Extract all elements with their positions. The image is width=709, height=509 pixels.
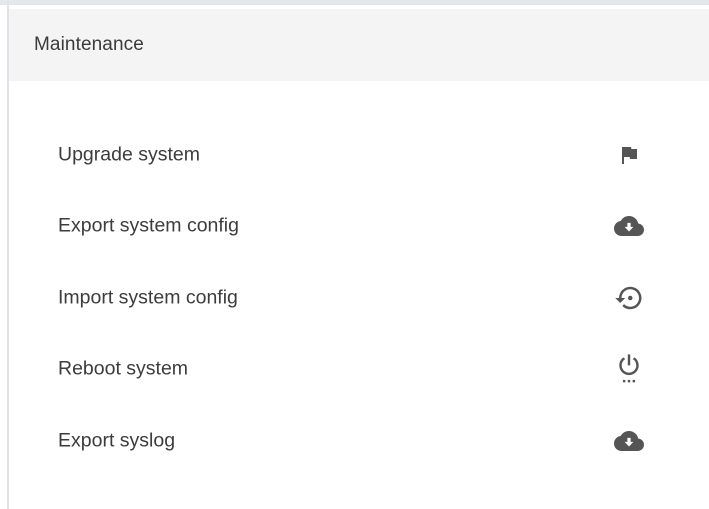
- menu-item-label: Upgrade system: [58, 143, 200, 166]
- flag-icon: [609, 139, 649, 171]
- menu-item-label: Import system config: [58, 286, 238, 309]
- menu-item-export-system-config[interactable]: Export system config: [9, 191, 709, 263]
- power-settings-icon: [609, 353, 649, 385]
- menu-item-reboot-system[interactable]: Reboot system: [9, 334, 709, 406]
- menu-item-label: Export syslog: [58, 429, 176, 452]
- menu-item-upgrade-system[interactable]: Upgrade system: [9, 119, 709, 191]
- menu-item-label: Reboot system: [58, 357, 189, 380]
- menu-item-export-syslog[interactable]: Export syslog: [9, 405, 709, 477]
- maintenance-menu: Upgrade system Export system config Impo…: [9, 119, 709, 477]
- menu-item-import-system-config[interactable]: Import system config: [9, 262, 709, 334]
- card-title: Maintenance: [34, 34, 144, 55]
- top-divider: [0, 0, 709, 5]
- cloud-download-icon: [609, 210, 649, 242]
- restore-icon: [609, 282, 649, 314]
- cloud-download-icon: [609, 425, 649, 457]
- menu-item-label: Export system config: [58, 214, 239, 237]
- maintenance-card: Maintenance Upgrade system Export system…: [9, 9, 709, 509]
- card-header: Maintenance: [9, 9, 709, 81]
- page: Maintenance Upgrade system Export system…: [0, 0, 709, 509]
